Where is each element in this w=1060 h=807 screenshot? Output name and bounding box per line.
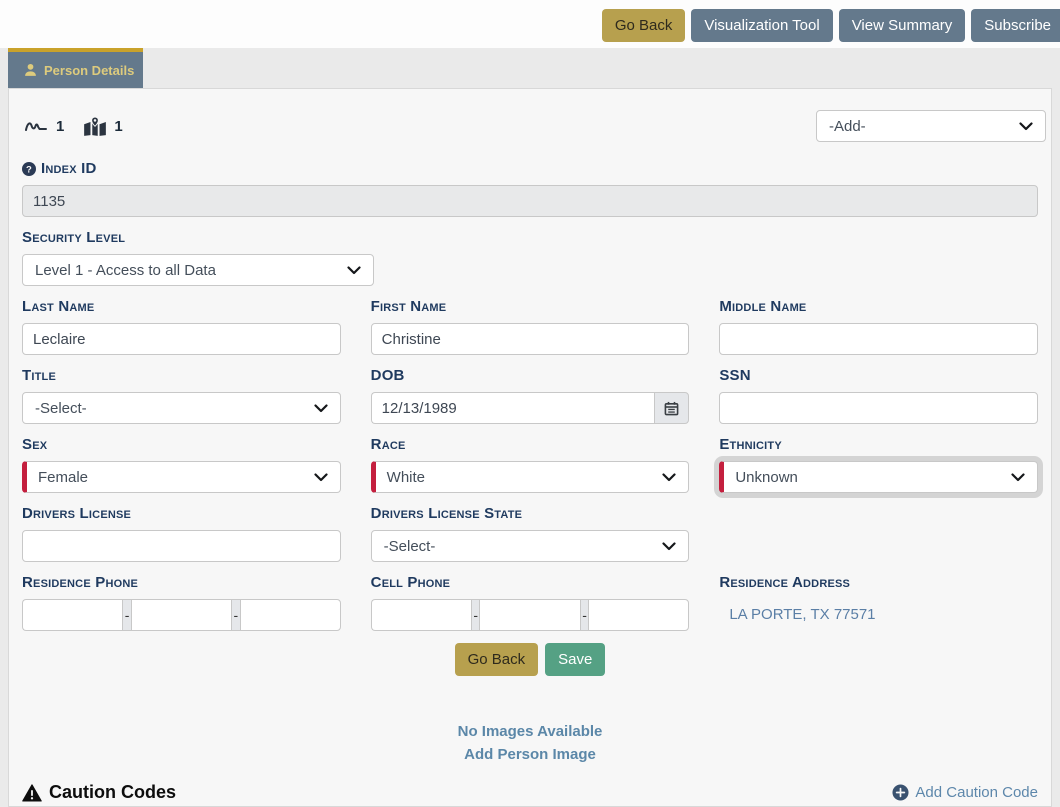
residence-phone-part3[interactable] [240, 599, 341, 631]
svg-text:?: ? [26, 164, 32, 175]
add-caution-code-link[interactable]: Add Caution Code [892, 784, 1038, 801]
residence-phone-label: Residence Phone [22, 574, 341, 591]
cell-phone-part2[interactable] [479, 599, 579, 631]
residence-phone-part1[interactable] [22, 599, 122, 631]
calendar-button[interactable] [654, 392, 689, 424]
top-header: Go Back Visualization Tool View Summary … [0, 0, 1060, 48]
cell-phone-part3[interactable] [588, 599, 689, 631]
security-level-select[interactable]: Level 1 - Access to all Data [22, 254, 374, 286]
title-select[interactable]: -Select- [22, 392, 341, 424]
tab-person-details[interactable]: Person Details [8, 48, 143, 88]
cell-phone-label: Cell Phone [371, 574, 690, 591]
warning-icon [22, 784, 42, 802]
plus-circle-icon [892, 784, 909, 801]
chevron-down-icon [662, 473, 676, 482]
chevron-down-icon [347, 266, 361, 275]
no-images-text: No Images Available [14, 720, 1046, 743]
chevron-down-icon [1011, 473, 1025, 482]
header-go-back-button[interactable]: Go Back [602, 9, 686, 42]
index-id-input [22, 185, 1038, 217]
add-caution-code-label: Add Caution Code [915, 784, 1038, 801]
visualization-tool-button[interactable]: Visualization Tool [691, 9, 832, 42]
cell-phone-part1[interactable] [371, 599, 471, 631]
sex-select[interactable]: Female [22, 461, 341, 493]
ssn-label: SSN [719, 367, 1038, 384]
residence-phone-part2[interactable] [131, 599, 231, 631]
add-dropdown-value: -Add- [829, 118, 866, 135]
chevron-down-icon [314, 473, 328, 482]
residence-address-value: LA PORTE, TX 77571 [719, 599, 1038, 623]
residence-address-label: Residence Address [719, 574, 1038, 591]
middle-name-input[interactable] [719, 323, 1038, 355]
add-person-image-link[interactable]: Add Person Image [464, 743, 596, 766]
signature-stat: 1 [24, 118, 64, 135]
title-label: Title [22, 367, 341, 384]
last-name-input[interactable] [22, 323, 341, 355]
ssn-input[interactable] [719, 392, 1038, 424]
signature-count: 1 [56, 118, 64, 135]
chevron-down-icon [314, 404, 328, 413]
ethnicity-select[interactable]: Unknown [719, 461, 1038, 493]
ethnicity-label: Ethnicity [719, 436, 1038, 453]
chevron-down-icon [662, 542, 676, 551]
phone-separator: - [231, 599, 239, 631]
middle-name-label: Middle Name [719, 298, 1038, 315]
help-icon[interactable]: ? [22, 162, 36, 176]
location-stat: 1 [84, 117, 122, 136]
index-id-label: ? Index ID [22, 160, 1038, 177]
form-go-back-button[interactable]: Go Back [455, 643, 539, 676]
record-stats: 1 1 [14, 117, 123, 136]
location-count: 1 [114, 118, 122, 135]
drivers-license-state-value: -Select- [384, 538, 436, 555]
chevron-down-icon [1019, 122, 1033, 131]
title-value: -Select- [35, 400, 87, 417]
person-details-panel: 1 1 -Add- [8, 88, 1052, 807]
race-value: White [387, 469, 425, 486]
first-name-input[interactable] [371, 323, 690, 355]
security-level-value: Level 1 - Access to all Data [35, 262, 216, 279]
calendar-icon [664, 401, 679, 416]
drivers-license-state-label: Drivers License State [371, 505, 690, 522]
dob-input[interactable] [371, 392, 654, 424]
signature-icon [24, 118, 48, 134]
save-button[interactable]: Save [545, 643, 605, 676]
drivers-license-input[interactable] [22, 530, 341, 562]
tab-label: Person Details [44, 63, 134, 78]
dob-label: DOB [371, 367, 690, 384]
race-label: Race [371, 436, 690, 453]
phone-separator: - [471, 599, 479, 631]
view-summary-button[interactable]: View Summary [839, 9, 966, 42]
sex-value: Female [38, 469, 88, 486]
add-dropdown[interactable]: -Add- [816, 110, 1046, 142]
map-marked-icon [84, 117, 106, 136]
caution-codes-header: Caution Codes Add Caution Code [22, 782, 1038, 807]
ethnicity-value: Unknown [735, 469, 798, 486]
caution-codes-title: Caution Codes [49, 782, 176, 803]
phone-separator: - [122, 599, 130, 631]
race-select[interactable]: White [371, 461, 690, 493]
phone-separator: - [580, 599, 588, 631]
drivers-license-state-select[interactable]: -Select- [371, 530, 690, 562]
tab-bar: Person Details [0, 48, 1060, 88]
security-level-label: Security Level [22, 229, 1038, 246]
last-name-label: Last Name [22, 298, 341, 315]
person-icon [24, 63, 37, 77]
subscribe-button[interactable]: Subscribe [971, 9, 1060, 42]
sex-label: Sex [22, 436, 341, 453]
drivers-license-label: Drivers License [22, 505, 341, 522]
first-name-label: First Name [371, 298, 690, 315]
